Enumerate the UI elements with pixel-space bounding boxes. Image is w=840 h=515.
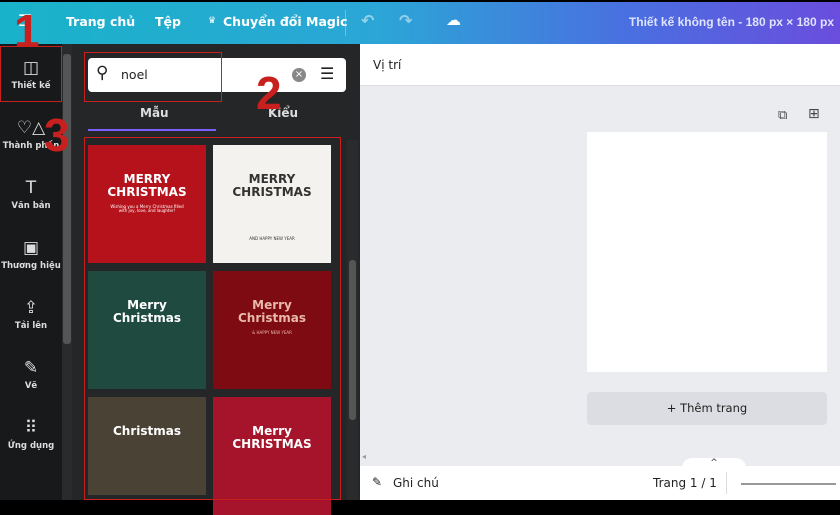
- add-page-icon[interactable]: ⊞: [808, 106, 820, 122]
- annotation-number: 3: [44, 109, 70, 161]
- rail-label: Ứng dụng: [7, 441, 55, 451]
- home-menu[interactable]: Trang chủ: [66, 14, 135, 29]
- divider: [345, 10, 346, 36]
- rail-label: Văn bản: [11, 201, 51, 211]
- redo-icon[interactable]: ↷: [399, 11, 412, 30]
- draw-icon: ✎: [23, 358, 39, 378]
- top-bar: ☰ Trang chủ Tệp ♛ Chuyển đổi Magic ↶ ↷ ☁…: [0, 2, 840, 44]
- file-menu[interactable]: Tệp: [155, 14, 181, 29]
- brand-icon: ▣: [22, 238, 40, 258]
- notes-button[interactable]: Ghi chú: [393, 476, 439, 490]
- zoom-slider[interactable]: [741, 483, 836, 485]
- clear-icon[interactable]: ×: [292, 68, 306, 82]
- rail-item-text[interactable]: T Văn bản: [0, 178, 62, 211]
- rail-item-draw[interactable]: ✎ Vẽ: [0, 358, 62, 391]
- design-page[interactable]: [587, 132, 827, 372]
- rail-label: Vẽ: [24, 381, 38, 391]
- active-tab-indicator: [88, 129, 216, 131]
- undo-icon[interactable]: ↶: [361, 11, 374, 30]
- divider: [726, 472, 727, 494]
- rail-label: Thương hiệu: [1, 261, 61, 271]
- annotation-number: 1: [14, 5, 40, 57]
- rail-item-apps[interactable]: ⠿ Ứng dụng: [0, 418, 62, 451]
- position-button[interactable]: Vị trí: [373, 58, 401, 72]
- crown-icon: ♛: [208, 16, 217, 26]
- duplicate-page-icon[interactable]: ⧉: [778, 108, 787, 123]
- magic-switch-menu[interactable]: Chuyển đổi Magic: [223, 14, 348, 29]
- editor-toolbar: Vị trí: [360, 44, 840, 86]
- text-icon: T: [25, 178, 37, 198]
- tab-templates[interactable]: Mẫu: [140, 106, 169, 120]
- scroll-left-icon[interactable]: ◂: [362, 452, 366, 461]
- document-title[interactable]: Thiết kế không tên - 180 px × 180 px: [629, 15, 834, 29]
- bottom-bar: ✎ Ghi chú Trang 1 / 1: [360, 466, 840, 500]
- annotation-number: 2: [256, 67, 282, 119]
- apps-icon: ⠿: [24, 418, 38, 438]
- notes-icon: ✎: [372, 475, 383, 489]
- annotation-box-templates: [84, 137, 341, 500]
- rail-item-brand[interactable]: ▣ Thương hiệu: [0, 238, 62, 271]
- rail-label: Tải lên: [14, 321, 48, 331]
- panel-scrollbar[interactable]: [347, 140, 358, 500]
- filter-icon[interactable]: ☰: [320, 64, 334, 83]
- page-indicator[interactable]: Trang 1 / 1: [653, 476, 717, 490]
- rail-item-uploads[interactable]: ⇪ Tải lên: [0, 298, 62, 331]
- add-page-button[interactable]: + Thêm trang: [587, 392, 827, 425]
- upload-icon: ⇪: [23, 298, 39, 318]
- annotation-box-search: [84, 52, 222, 102]
- cloud-saved-icon: ☁: [446, 11, 461, 29]
